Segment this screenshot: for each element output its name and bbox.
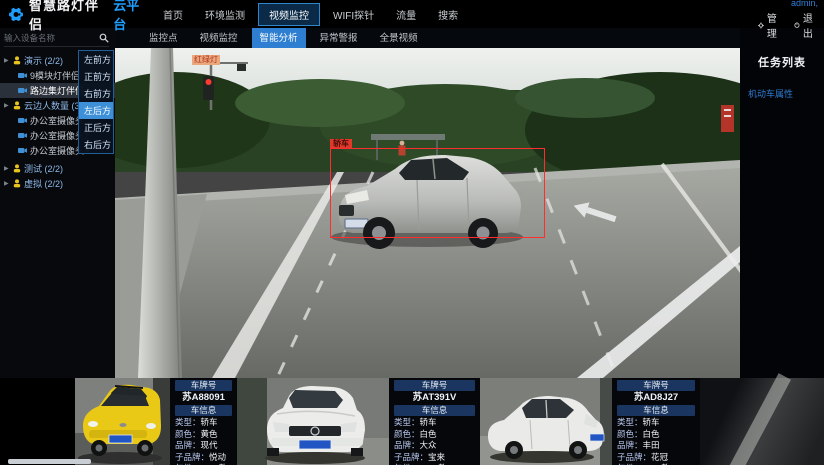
task-panel: 任务列表 机动车属性: [740, 28, 824, 378]
plate-number: 苏A88091: [170, 392, 237, 404]
plate-number: 苏AD8J27: [612, 392, 700, 404]
app-logo: 智慧路灯伴侣云平台: [0, 0, 150, 33]
nav-traffic[interactable]: 流量: [387, 3, 425, 26]
logo-suffix-text: 云平台: [113, 0, 150, 33]
video-feed: 轿车 红绿灯: [115, 48, 740, 378]
tree-group-virtual[interactable]: ▶ 虚拟 (2/2): [0, 176, 115, 191]
device-search: [4, 33, 109, 47]
nav-video-surveillance[interactable]: 视频监控: [258, 3, 320, 26]
camera-icon: [18, 147, 27, 154]
user-icon: [13, 101, 21, 110]
tab-abnormal-alert[interactable]: 异常警报: [312, 27, 366, 48]
vehicle-snapshot-3[interactable]: [480, 378, 612, 465]
search-icon[interactable]: [99, 33, 109, 43]
camera-icon: [18, 72, 27, 79]
field-color: 颜色：白色: [389, 429, 480, 441]
tree-group-label: 演示 (2/2): [24, 54, 63, 67]
horizontal-scrollbar[interactable]: [8, 459, 91, 464]
camera-icon: [18, 87, 27, 94]
tree-device-label: 办公室摄像头: [30, 114, 84, 127]
vehicle-snapshot-2[interactable]: [237, 378, 389, 465]
logo-gear-icon: [8, 6, 24, 23]
tree-group-label: 测试 (2/2): [24, 162, 63, 175]
manage-button[interactable]: 管理: [758, 10, 780, 40]
vehicle-card-2[interactable]: 车牌号 苏AT391V 车信息 类型：轿车 颜色：白色 品牌：大众 子品牌：宝来…: [237, 378, 480, 465]
expander-icon[interactable]: ▶: [4, 165, 10, 172]
dir-front[interactable]: 正前方: [79, 68, 113, 85]
vehicle-info-3: 车牌号 苏AD8J27 车信息 类型：轿车 颜色：白色 品牌：丰田 子品牌：花冠…: [612, 378, 700, 465]
nav-wifi-probe[interactable]: WIFI探针: [324, 3, 383, 26]
video-tabbar: 监控点 视频监控 智能分析 异常警报 全景视频: [115, 28, 740, 48]
tree-group-label: 虚拟 (2/2): [24, 177, 63, 190]
nav-home[interactable]: 首页: [154, 3, 192, 26]
logout-button[interactable]: 退出: [794, 10, 816, 40]
dir-rear-left[interactable]: 左后方: [79, 102, 113, 119]
direction-dropdown: 左前方 正前方 右前方 左后方 正后方 右后方: [78, 50, 114, 154]
power-icon: [794, 20, 800, 30]
expander-icon[interactable]: ▶: [4, 57, 10, 64]
logout-label: 退出: [803, 10, 816, 40]
app-window: 智慧路灯伴侣云平台 首页 环境监测 视频监控 WIFI探针 流量 搜索 admi…: [0, 0, 824, 465]
username-label[interactable]: admin,: [791, 0, 818, 8]
field-type: 类型：轿车: [170, 417, 237, 429]
plate-header: 车牌号: [617, 380, 695, 391]
dir-front-left[interactable]: 左前方: [79, 51, 113, 68]
field-color: 颜色：黄色: [170, 429, 237, 441]
field-brand: 品牌：丰田: [612, 440, 700, 452]
info-header: 车信息: [617, 405, 695, 416]
field-brand: 品牌：现代: [170, 440, 237, 452]
detection-class-label: 轿车: [330, 139, 352, 148]
info-header: 车信息: [394, 405, 475, 416]
tab-panorama-video[interactable]: 全景视频: [372, 27, 426, 48]
dir-front-right[interactable]: 右前方: [79, 85, 113, 102]
plate-number: 苏AT391V: [389, 392, 480, 404]
field-subbrand: 子品牌：宝来: [389, 452, 480, 464]
camera-icon: [18, 117, 27, 124]
dir-rear[interactable]: 正后方: [79, 119, 113, 136]
vehicle-card-3[interactable]: 车牌号 苏AD8J27 车信息 类型：轿车 颜色：白色 品牌：丰田 子品牌：花冠…: [480, 378, 700, 465]
vehicle-detection-box: [330, 148, 545, 238]
traffic-light-label: 红绿灯: [192, 55, 220, 65]
tab-smart-analysis[interactable]: 智能分析: [252, 26, 306, 48]
dir-rear-right[interactable]: 右后方: [79, 136, 113, 153]
main-nav: 首页 环境监测 视频监控 WIFI探针 流量 搜索: [154, 3, 467, 26]
taxi-image: [75, 378, 170, 465]
nav-search[interactable]: 搜索: [429, 3, 467, 26]
user-icon: [13, 56, 21, 65]
tree-group-test[interactable]: ▶ 测试 (2/2): [0, 161, 115, 176]
manage-label: 管理: [767, 10, 780, 40]
field-brand: 品牌：大众: [389, 440, 480, 452]
vehicle-snapshot-1[interactable]: [75, 378, 170, 465]
partial-snapshot-4: [700, 378, 824, 465]
logo-text: 智慧路灯伴侣: [29, 0, 108, 33]
task-list-title: 任务列表: [740, 54, 824, 70]
nav-environment[interactable]: 环境监测: [196, 3, 254, 26]
vehicle-card-1[interactable]: 车牌号 苏A88091 车信息 类型：轿车 颜色：黄色 品牌：现代 子品牌：悦动…: [75, 378, 237, 465]
field-type: 类型：轿车: [612, 417, 700, 429]
vehicle-info-2: 车牌号 苏AT391V 车信息 类型：轿车 颜色：白色 品牌：大众 子品牌：宝来…: [389, 378, 480, 465]
expander-icon[interactable]: ▶: [4, 102, 10, 109]
plate-header: 车牌号: [394, 380, 475, 391]
field-subbrand: 子品牌：花冠: [612, 452, 700, 464]
plate-header: 车牌号: [175, 380, 232, 391]
tree-device-label: 路边集灯伴侣: [30, 84, 84, 97]
user-icon: [13, 164, 21, 173]
tree-device-label: 9模块灯伴侣: [30, 69, 80, 82]
camera-icon: [18, 132, 27, 139]
field-color: 颜色：白色: [612, 429, 700, 441]
vehicle-attribute-link[interactable]: 机动车属性: [740, 87, 824, 100]
vehicle-results-strip: 车牌号 苏A88091 车信息 类型：轿车 颜色：黄色 品牌：现代 子品牌：悦动…: [0, 378, 824, 465]
search-input[interactable]: [4, 33, 99, 43]
field-subbrand: 子品牌：悦动: [170, 452, 237, 464]
expander-icon[interactable]: ▶: [4, 180, 10, 187]
user-icon: [13, 179, 21, 188]
field-type: 类型：轿车: [389, 417, 480, 429]
vehicle-info-1: 车牌号 苏A88091 车信息 类型：轿车 颜色：黄色 品牌：现代 子品牌：悦动…: [170, 378, 237, 465]
top-navbar: 智慧路灯伴侣云平台 首页 环境监测 视频监控 WIFI探针 流量 搜索 admi…: [0, 0, 824, 28]
gear-icon: [758, 21, 764, 30]
sedan-image: [480, 378, 612, 465]
tab-video-monitor[interactable]: 视频监控: [192, 27, 246, 48]
sedan-image: [237, 378, 389, 465]
info-header: 车信息: [175, 405, 232, 416]
